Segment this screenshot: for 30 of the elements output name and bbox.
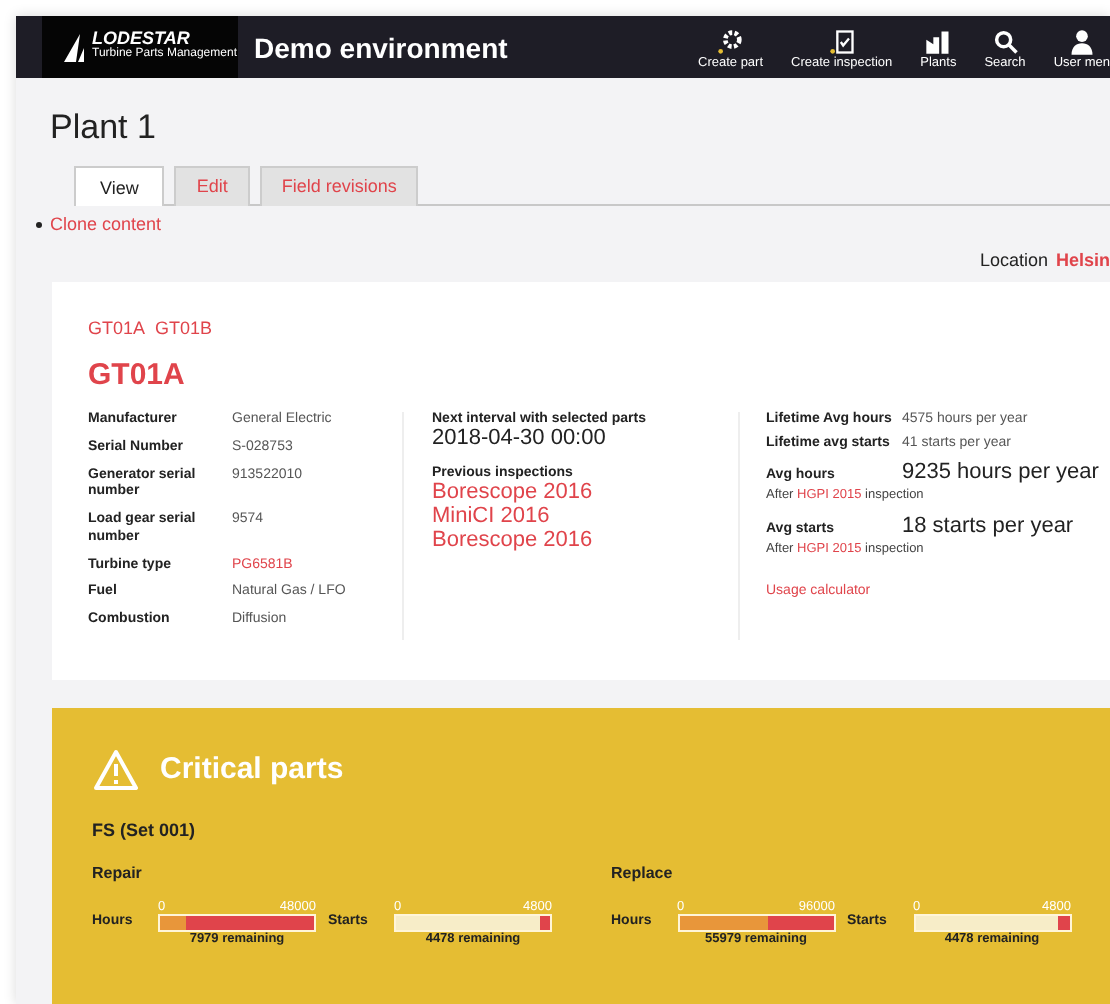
unit-title: GT01A [88, 358, 187, 392]
environment-title: Demo environment [254, 31, 510, 63]
page-title: Plant 1 [48, 106, 158, 148]
group-title: Repair [92, 863, 142, 882]
gear-icon [716, 28, 745, 56]
unit-link[interactable]: GT01B [155, 318, 213, 338]
clone-content-link[interactable]: Clone content [50, 214, 162, 234]
group-title: Replace [611, 863, 673, 882]
inspection-link[interactable]: Borescope 2016 [432, 480, 738, 504]
clipboard-icon [827, 28, 856, 56]
usage-value: 18 starts per year [902, 514, 1076, 538]
location-label: Location [979, 250, 1048, 270]
tab[interactable]: Edit [174, 166, 250, 206]
critical-parts-title: Critical parts [160, 752, 344, 787]
unit-link[interactable]: GT01A [88, 318, 146, 338]
factory-icon [924, 28, 953, 56]
location-link[interactable]: Helsin [1055, 250, 1110, 270]
inspection-link[interactable]: MiniCI 2016 [432, 504, 738, 528]
sail-logo-icon [62, 33, 86, 61]
logo-name: LODESTAR [92, 30, 190, 49]
tab[interactable]: View [74, 166, 165, 206]
inspection-link[interactable]: Borescope 2016 [432, 528, 738, 552]
usage-value: 9235 hours per year [902, 460, 1101, 484]
bullet-icon [36, 221, 42, 227]
interval-value: 2018-04-30 00:00 [432, 426, 608, 450]
search-icon [991, 28, 1019, 56]
warning-icon [92, 747, 140, 792]
set-title: FS (Set 001) [92, 819, 198, 840]
user-icon [1067, 28, 1096, 56]
tab[interactable]: Field revisions [259, 166, 419, 206]
